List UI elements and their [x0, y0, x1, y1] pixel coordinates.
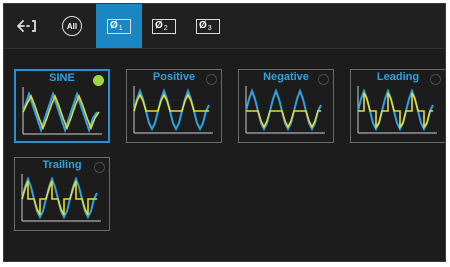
phase-2-symbol: Ø [155, 20, 163, 31]
phase-1-icon: Ø1 [107, 18, 131, 34]
phase-2-number: 2 [163, 24, 168, 32]
leading-waveform-icon [357, 86, 437, 134]
tab-phase-2[interactable]: Ø2 [144, 4, 184, 48]
positive-waveform-icon [133, 86, 213, 134]
waveform-screen: All Ø1 Ø2 Ø3 SINE Positive Negative Lead… [3, 3, 446, 262]
back-arrow-icon[interactable] [12, 14, 40, 38]
tab-all-label: All [62, 16, 82, 36]
tab-phase-3[interactable]: Ø3 [188, 4, 228, 48]
waveform-card-positive[interactable]: Positive [126, 69, 222, 143]
waveform-card-leading[interactable]: Leading [350, 69, 445, 143]
phase-1-symbol: Ø [110, 20, 118, 31]
trailing-waveform-icon [21, 174, 101, 222]
toolbar: All Ø1 Ø2 Ø3 [4, 4, 445, 49]
waveform-card-negative[interactable]: Negative [238, 69, 334, 143]
sine-waveform-icon [22, 87, 102, 135]
tab-phase-1[interactable]: Ø1 [96, 4, 142, 48]
phase-3-icon: Ø3 [196, 18, 220, 34]
tab-all[interactable]: All [52, 4, 92, 48]
negative-waveform-icon [245, 86, 325, 134]
waveform-card-sine[interactable]: SINE [14, 69, 110, 143]
phase-3-number: 3 [207, 24, 212, 32]
waveform-card-trailing[interactable]: Trailing [14, 157, 110, 231]
phase-1-number: 1 [118, 24, 123, 32]
phase-3-symbol: Ø [199, 20, 207, 31]
phase-2-icon: Ø2 [152, 18, 176, 34]
